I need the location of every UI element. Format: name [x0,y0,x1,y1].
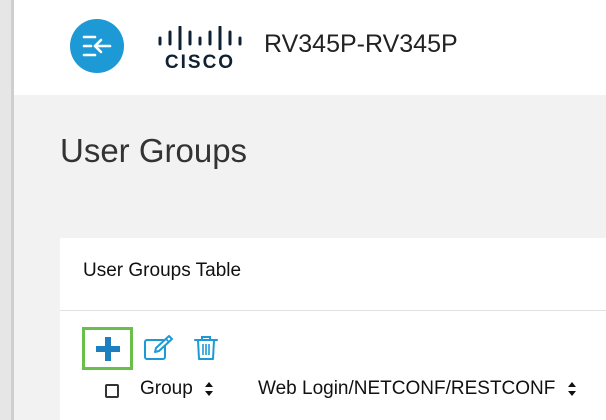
column-header-web-login[interactable]: Web Login/NETCONF/RESTCONF [258,378,577,400]
trash-icon [194,336,218,360]
column-header-label: Web Login/NETCONF/RESTCONF [258,378,556,399]
edit-icon [144,335,173,360]
select-all-checkbox[interactable] [105,384,119,398]
plus-icon [95,336,120,361]
page-title: User Groups [60,132,248,169]
add-button[interactable] [82,327,133,370]
table-header-row: Group Web Login/NETCONF/RESTCONF [60,376,606,406]
column-header-group[interactable]: Group [140,378,214,400]
card-divider [60,310,606,311]
collapse-menu-icon [82,35,112,57]
cisco-bars-icon [158,26,242,50]
user-groups-table-card: User Groups Table Group Web Login/NETCON… [60,238,606,420]
page-header: User Groups [14,95,606,238]
left-edge-panel [0,0,14,420]
column-header-label: Group [140,378,193,399]
table-title: User Groups Table [83,260,242,281]
top-bar: CISCO RV345P-RV345P [14,0,606,95]
cisco-logo: CISCO [156,26,244,76]
edit-button[interactable] [143,334,175,362]
sort-icon [567,381,576,396]
collapse-menu-button[interactable] [70,19,124,73]
cisco-wordmark: CISCO [164,52,236,73]
device-name: RV345P-RV345P [264,30,458,58]
delete-button[interactable] [193,334,219,362]
sort-icon [205,381,214,396]
